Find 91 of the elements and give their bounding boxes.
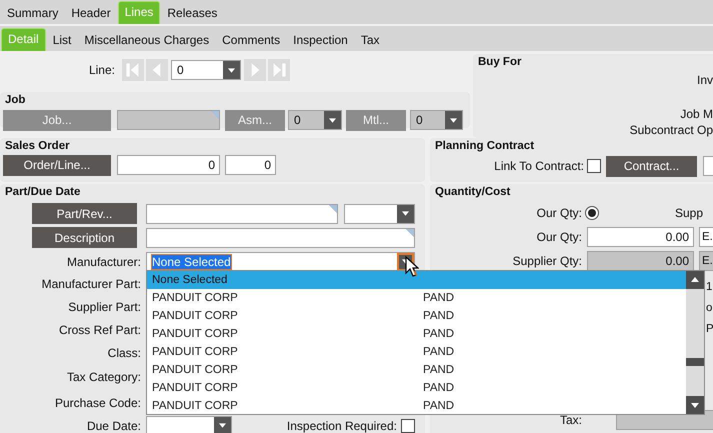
caret-icon	[228, 68, 235, 72]
section-title: Quantity/Cost	[434, 185, 512, 200]
list-option[interactable]: None Selected	[147, 271, 686, 289]
scroll-up-icon[interactable]	[686, 271, 704, 289]
due-date-field[interactable]	[146, 416, 232, 433]
checkbox[interactable]	[401, 418, 415, 432]
option-code: PAND	[422, 345, 454, 360]
section-title: Part/Due Date	[4, 185, 82, 200]
option-name: PANDUIT CORP	[151, 327, 239, 342]
scrollbar[interactable]	[686, 271, 704, 414]
field-label: Subcontract Op	[630, 122, 713, 138]
option-code: PAND	[422, 399, 454, 414]
our-qty-radio-label: Our Qty:	[536, 206, 582, 220]
option-code: PAND	[422, 381, 454, 396]
option-name: PANDUIT CORP	[151, 399, 239, 414]
selected-text: None Selected	[152, 254, 231, 268]
tab[interactable]: List	[46, 30, 78, 51]
tax-label: Tax:	[558, 413, 582, 427]
list-option[interactable]: PANDUIT CORP PAND	[147, 307, 686, 325]
tab[interactable]: Summary	[1, 3, 64, 24]
tab[interactable]: Comments	[216, 30, 286, 51]
field-label: Manufacturer Part:	[40, 276, 141, 293]
tab[interactable]: Tax	[354, 30, 386, 51]
order-field[interactable]: 0	[117, 155, 220, 175]
checkbox[interactable]	[587, 159, 601, 173]
tab[interactable]: Header	[65, 3, 117, 24]
section-title: Buy For	[477, 55, 522, 70]
uom-field[interactable]: E.	[699, 227, 713, 247]
field-label: P	[706, 322, 713, 337]
caret-icon	[450, 118, 457, 122]
list-option[interactable]: PANDUIT CORP PAND	[147, 343, 686, 361]
manufacturer-label: Manufacturer:	[66, 254, 141, 268]
option-name: PANDUIT CORP	[151, 381, 239, 396]
option-code: PAND	[422, 363, 454, 378]
section-title: Sales Order	[4, 139, 71, 154]
tab[interactable]: Inspection	[287, 30, 354, 51]
job-field[interactable]	[117, 110, 220, 130]
tab[interactable]: Miscellaneous Charges	[78, 30, 216, 51]
list-option[interactable]: PANDUIT CORP PAND	[147, 379, 686, 397]
manufacturer-dropdown[interactable]: None Selected	[146, 252, 415, 272]
last-icon[interactable]	[268, 59, 290, 81]
option-name: PANDUIT CORP	[151, 363, 239, 378]
list-option[interactable]: PANDUIT CORP PAND	[147, 289, 686, 307]
scroll-down-icon[interactable]	[686, 396, 704, 414]
option-name: PANDUIT CORP	[151, 309, 239, 324]
supplier-qty-label: Supplier Qty:	[512, 254, 582, 268]
supplier-qty-field: 0.00	[587, 251, 694, 271]
option-code: PAND	[422, 291, 454, 306]
section-title: Planning Contract	[434, 139, 536, 154]
field-label: Tax Category:	[66, 369, 141, 386]
line-field[interactable]: 0	[225, 155, 276, 175]
option-name: None Selected	[151, 273, 228, 288]
caret-icon	[219, 423, 226, 428]
due-date-label: Due Date:	[86, 418, 141, 432]
supplier-radio-label: Supp	[675, 206, 704, 220]
contract-button[interactable]: Contract...	[606, 156, 697, 176]
inspection-label: Inspection Required:	[286, 418, 397, 432]
next-icon[interactable]	[244, 59, 266, 81]
field-label: Cross Ref Part:	[58, 322, 141, 339]
field-label: Supplier Part:	[67, 299, 141, 316]
revision-dropdown[interactable]	[344, 204, 415, 224]
field-label: 1	[706, 280, 713, 295]
list-option[interactable]: PANDUIT CORP PAND	[147, 397, 686, 415]
field-label: Purchase Code:	[54, 395, 141, 412]
list-option[interactable]: PANDUIT CORP PAND	[147, 325, 686, 343]
option-name: PANDUIT CORP	[151, 291, 239, 306]
field-label: Job M	[680, 106, 713, 122]
field-label: Class:	[106, 345, 141, 362]
option-code: PAND	[422, 327, 454, 342]
link-to-contract-label: Link To Contract:	[493, 159, 584, 173]
caret-icon	[329, 118, 336, 122]
description-field[interactable]	[146, 228, 415, 248]
our-qty-field[interactable]: 0.00	[587, 227, 694, 247]
uom-field: E.	[699, 251, 713, 271]
field-label: o	[706, 301, 713, 316]
line-label: Line:	[88, 63, 115, 77]
field-label: Inv	[696, 72, 713, 88]
tab[interactable]: Releases	[161, 3, 224, 24]
description-button[interactable]: Description	[32, 227, 137, 248]
radio-button[interactable]	[585, 206, 599, 220]
section-title: Job	[4, 93, 26, 108]
option-name: PANDUIT CORP	[151, 345, 239, 360]
scrollbar-thumb[interactable]	[686, 358, 704, 366]
list-option[interactable]: PANDUIT CORP PAND	[147, 361, 686, 379]
part-revision-button[interactable]: Part/Rev...	[32, 203, 137, 224]
caret-icon	[402, 211, 409, 216]
option-code: PAND	[422, 309, 454, 324]
part-field[interactable]	[146, 204, 338, 224]
order-line-button[interactable]: Order/Line...	[3, 154, 111, 176]
line-dropdown[interactable]: 0	[171, 60, 241, 80]
our-qty-label: Our Qty:	[536, 230, 582, 244]
